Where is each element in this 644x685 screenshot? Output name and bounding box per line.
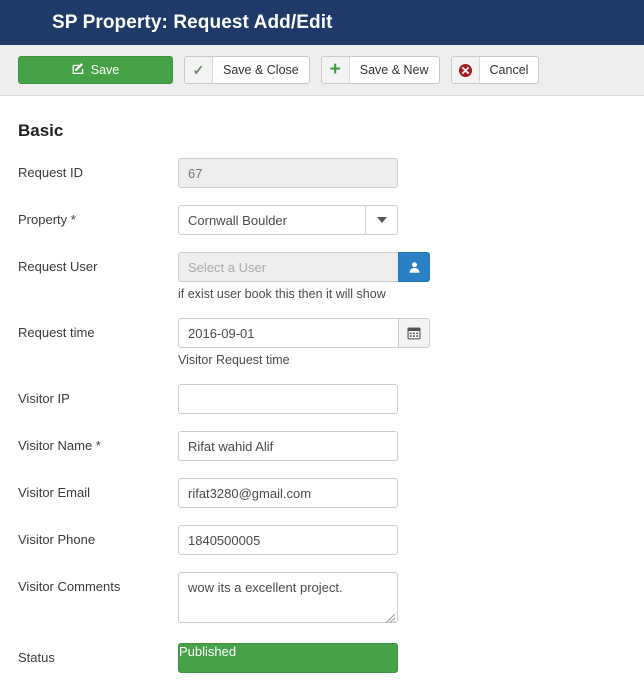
save-and-close-label: Save & Close xyxy=(223,63,299,77)
helper-request-user: if exist user book this then it will sho… xyxy=(178,287,386,301)
select-user-button[interactable] xyxy=(398,252,430,282)
calendar-picker-button[interactable] xyxy=(398,318,430,348)
save-and-close-button[interactable]: ✓ Save & Close xyxy=(184,56,310,84)
visitor-phone-input[interactable] xyxy=(178,525,398,555)
field-row-request-user: Request User if exist user book this the… xyxy=(0,252,644,301)
status-select[interactable]: Published xyxy=(178,643,398,673)
visitor-email-input[interactable] xyxy=(178,478,398,508)
label-visitor-ip: Visitor IP xyxy=(18,391,70,406)
field-row-status: Status Published xyxy=(0,643,644,673)
save-and-new-button[interactable]: + Save & New xyxy=(320,56,440,84)
label-request-time: Request time xyxy=(18,325,95,340)
property-select[interactable]: Cornwall Boulder xyxy=(178,205,398,235)
checkmark-icon: ✓ xyxy=(185,57,213,83)
label-request-id: Request ID xyxy=(18,165,84,180)
edit-pencil-square-icon xyxy=(72,62,85,78)
circle-x-icon xyxy=(451,57,480,83)
label-visitor-name: Visitor Name * xyxy=(18,438,101,453)
save-button[interactable]: Save xyxy=(18,56,173,84)
form-content: Basic Request ID Property * Cornwall Bou… xyxy=(0,121,644,673)
visitor-comments-textarea[interactable]: wow its a excellent project. xyxy=(178,572,398,623)
field-row-request-time: Request time Visitor R xyxy=(0,318,644,367)
label-status: Status xyxy=(18,650,55,665)
label-visitor-phone: Visitor Phone xyxy=(18,532,96,547)
plus-icon: + xyxy=(321,57,350,83)
field-row-property: Property * Cornwall Boulder xyxy=(0,205,644,235)
label-property: Property * xyxy=(18,212,76,227)
request-time-group xyxy=(178,318,430,348)
request-id-input xyxy=(178,158,398,188)
request-time-input[interactable] xyxy=(178,318,398,348)
chevron-down-icon[interactable] xyxy=(236,644,247,672)
page-title: SP Property: Request Add/Edit xyxy=(52,11,333,33)
field-row-visitor-phone: Visitor Phone xyxy=(0,525,644,555)
request-user-group xyxy=(178,252,430,282)
request-user-input[interactable] xyxy=(178,252,398,282)
cancel-button[interactable]: Cancel xyxy=(450,56,540,84)
chevron-down-icon[interactable] xyxy=(365,206,397,234)
cancel-label: Cancel xyxy=(489,63,529,77)
window-titlebar: SP Property: Request Add/Edit xyxy=(0,0,644,45)
label-visitor-comments: Visitor Comments xyxy=(18,579,121,594)
save-button-label: Save xyxy=(90,63,120,77)
label-request-user: Request User xyxy=(18,259,98,274)
label-visitor-email: Visitor Email xyxy=(18,485,91,500)
action-toolbar: Save ✓ Save & Close + Save & New Cancel xyxy=(0,45,644,96)
property-select-value: Cornwall Boulder xyxy=(188,212,287,228)
field-row-visitor-ip: Visitor IP xyxy=(0,384,644,414)
user-icon xyxy=(409,261,419,273)
status-select-value: Published xyxy=(179,644,237,659)
section-title-basic: Basic xyxy=(18,121,64,140)
visitor-ip-input[interactable] xyxy=(178,384,398,414)
helper-request-time: Visitor Request time xyxy=(178,353,290,367)
calendar-icon xyxy=(407,327,421,340)
save-and-new-label: Save & New xyxy=(359,63,429,77)
visitor-name-input[interactable] xyxy=(178,431,398,461)
field-row-visitor-comments: Visitor Comments wow its a excellent pro… xyxy=(0,572,644,626)
field-row-visitor-email: Visitor Email xyxy=(0,478,644,508)
field-row-request-id: Request ID xyxy=(0,158,644,188)
field-row-visitor-name: Visitor Name * xyxy=(0,431,644,461)
